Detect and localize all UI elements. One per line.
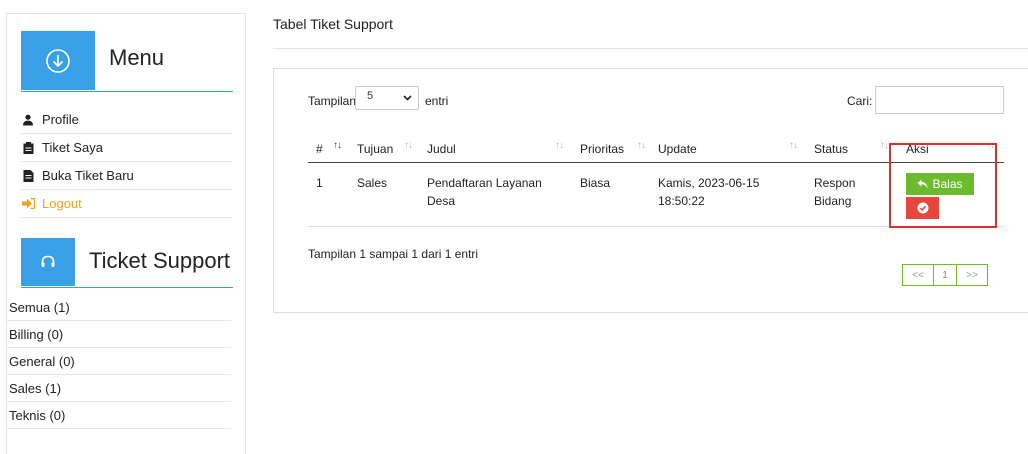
category-list: Semua (1) Billing (0) General (0) Sales … bbox=[7, 294, 231, 429]
length-after-label: entri bbox=[425, 94, 449, 108]
pagination: << 1 >> bbox=[902, 264, 988, 286]
menu-item-logout[interactable]: Logout bbox=[21, 190, 233, 218]
user-icon bbox=[21, 113, 35, 127]
column-header-status[interactable]: Status bbox=[814, 142, 848, 156]
category-item-sales[interactable]: Sales (1) bbox=[7, 375, 231, 402]
length-label: Tampilan bbox=[308, 94, 357, 108]
ticket-support-header: Ticket Support bbox=[21, 238, 233, 288]
cell-status: Respon Bidang bbox=[814, 174, 855, 210]
menu-list: Profile Tiket Saya Buka Tiket Baru Logou… bbox=[21, 106, 233, 218]
page-title: Tabel Tiket Support bbox=[273, 16, 393, 32]
category-item-semua[interactable]: Semua (1) bbox=[7, 294, 231, 321]
menu-icon-box bbox=[21, 31, 95, 90]
sort-icon: ↑↓ bbox=[880, 140, 889, 151]
chevron-down-icon bbox=[403, 95, 412, 101]
menu-item-tiket-saya[interactable]: Tiket Saya bbox=[21, 134, 233, 162]
table-info: Tampilan 1 sampai 1 dari 1 entri bbox=[308, 247, 479, 261]
clipboard-icon bbox=[21, 141, 35, 155]
column-header-no[interactable]: # bbox=[316, 142, 323, 156]
category-item-general[interactable]: General (0) bbox=[7, 348, 231, 375]
pagination-prev[interactable]: << bbox=[902, 264, 934, 286]
menu-item-buka-tiket-baru[interactable]: Buka Tiket Baru bbox=[21, 162, 233, 190]
highlight-box bbox=[889, 143, 997, 228]
cell-judul: Pendaftaran Layanan Desa bbox=[427, 174, 542, 210]
ticket-support-title: Ticket Support bbox=[89, 248, 231, 273]
sort-icon: ↑↓ bbox=[637, 140, 646, 151]
ticket-support-icon-box bbox=[21, 238, 75, 286]
cell-update-time: 18:50:22 bbox=[658, 194, 705, 208]
search-input[interactable] bbox=[875, 86, 1004, 114]
cell-no: 1 bbox=[316, 176, 323, 190]
cell-judul-line: Pendaftaran Layanan bbox=[427, 176, 542, 190]
menu-item-label: Logout bbox=[42, 196, 82, 211]
cell-judul-line: Desa bbox=[427, 194, 456, 208]
menu-title: Menu bbox=[109, 45, 165, 70]
sort-icon: ↑↓ bbox=[404, 140, 413, 151]
search-label: Cari: bbox=[847, 94, 873, 108]
arrow-circle-down-icon bbox=[46, 48, 70, 73]
document-icon bbox=[21, 169, 35, 183]
column-header-tujuan[interactable]: Tujuan bbox=[357, 142, 393, 156]
divider bbox=[273, 48, 1028, 49]
sort-icon: ↑↓ bbox=[555, 140, 564, 151]
cell-tujuan: Sales bbox=[357, 176, 388, 190]
menu-item-label: Buka Tiket Baru bbox=[42, 168, 134, 183]
menu-item-label: Tiket Saya bbox=[42, 140, 103, 155]
category-item-billing[interactable]: Billing (0) bbox=[7, 321, 231, 348]
logout-icon bbox=[21, 197, 35, 211]
sort-icon: ↑↓ bbox=[333, 140, 342, 151]
menu-item-profile[interactable]: Profile bbox=[21, 106, 233, 134]
sidebar: Menu Profile Tiket Saya Buka Tiket Baru … bbox=[6, 13, 246, 454]
pagination-page-1[interactable]: 1 bbox=[933, 264, 957, 286]
cell-update: Kamis, 2023-06-15 18:50:22 bbox=[658, 174, 759, 210]
pagination-next[interactable]: >> bbox=[956, 264, 988, 286]
menu-header: Menu bbox=[21, 31, 233, 92]
column-header-update[interactable]: Update bbox=[658, 142, 697, 156]
entries-select-value: 5 bbox=[367, 90, 374, 102]
cell-update-date: Kamis, 2023-06-15 bbox=[658, 176, 760, 190]
column-header-prioritas[interactable]: Prioritas bbox=[580, 142, 624, 156]
entries-select[interactable]: 5 bbox=[355, 86, 419, 110]
cell-prioritas: Biasa bbox=[580, 176, 611, 190]
sort-icon: ↑↓ bbox=[789, 140, 798, 151]
category-item-teknis[interactable]: Teknis (0) bbox=[7, 402, 231, 429]
headset-icon bbox=[41, 255, 55, 267]
menu-item-label: Profile bbox=[42, 112, 79, 127]
column-header-judul[interactable]: Judul bbox=[427, 142, 456, 156]
cell-status-line: Respon bbox=[814, 176, 856, 190]
cell-status-line: Bidang bbox=[814, 194, 852, 208]
